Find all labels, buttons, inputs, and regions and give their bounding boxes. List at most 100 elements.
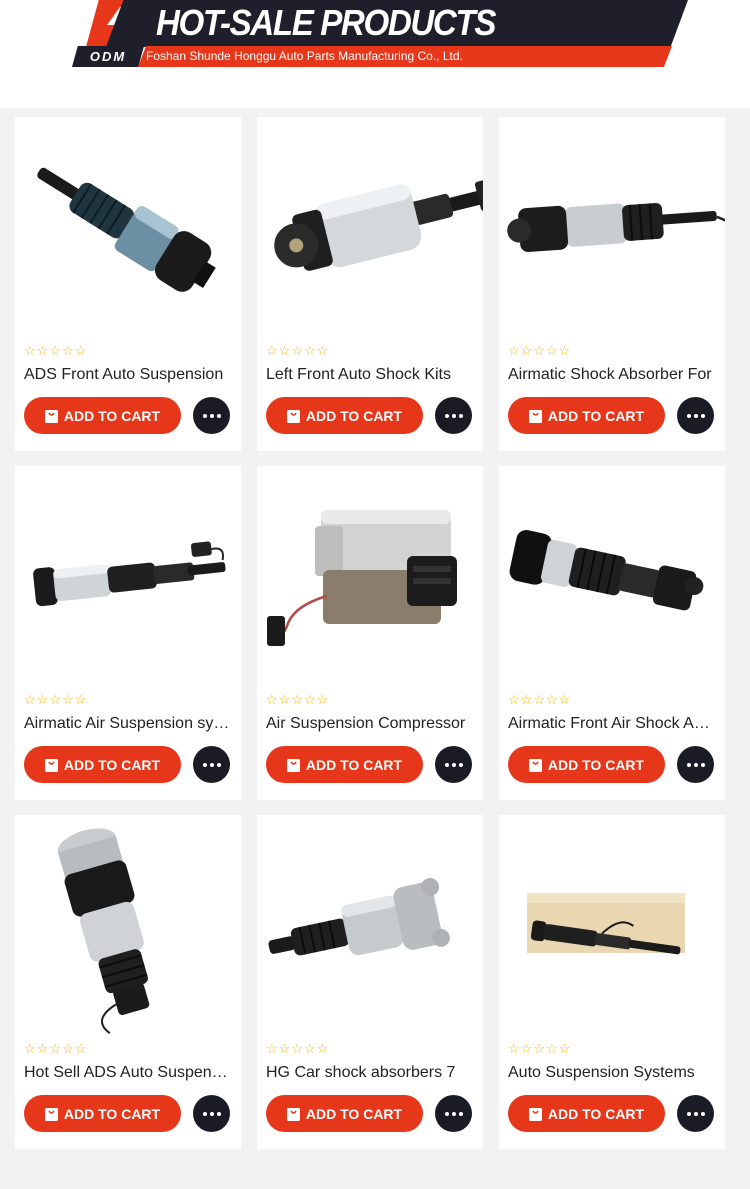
product-title[interactable]: Air Suspension Compressor	[266, 714, 472, 734]
product-title[interactable]: Hot Sell ADS Auto Suspension	[24, 1063, 230, 1083]
rating-stars: ☆ ☆ ☆ ☆ ☆	[24, 344, 86, 358]
dot	[700, 413, 705, 418]
star-icon: ☆	[520, 1041, 533, 1056]
shopping-bag-icon	[286, 759, 300, 772]
star-icon: ☆	[24, 343, 36, 358]
star-icon: ☆	[533, 1041, 545, 1056]
product-card-3[interactable]: ☆ ☆ ☆ ☆ ☆ Airmatic Shock Absorber For AD…	[499, 117, 750, 451]
dot	[202, 413, 207, 418]
more-options-button[interactable]	[193, 1095, 230, 1132]
dot	[216, 762, 221, 767]
star-icon: ☆	[36, 692, 49, 707]
add-to-cart-button[interactable]: ADD TO CART	[508, 746, 665, 783]
more-options-button[interactable]	[435, 397, 472, 434]
add-to-cart-label: ADD TO CART	[305, 756, 403, 773]
dot	[458, 1111, 463, 1116]
product-card-6[interactable]: ☆ ☆ ☆ ☆ ☆ Airmatic Front Air Shock Absor…	[499, 466, 725, 800]
product-card-7[interactable]: ☆ ☆ ☆ ☆ ☆ Hot Sell ADS Auto Suspension A…	[15, 815, 241, 1149]
star-icon: ☆	[303, 1041, 316, 1056]
product-title[interactable]: Airmatic Shock Absorber For	[508, 365, 714, 385]
star-icon: ☆	[508, 343, 520, 358]
star-icon: ☆	[520, 343, 533, 358]
dot	[458, 762, 463, 767]
rating-stars: ☆ ☆ ☆ ☆ ☆	[266, 344, 328, 358]
product-card-4[interactable]: ☆ ☆ ☆ ☆ ☆ Airmatic Air Suspension system…	[15, 466, 241, 800]
add-to-cart-button[interactable]: ADD TO CART	[24, 397, 181, 434]
dot	[216, 1111, 221, 1116]
product-image-shock-with-bellows[interactable]	[257, 815, 483, 1037]
star-icon: ☆	[49, 692, 61, 707]
more-options-button[interactable]	[677, 397, 714, 434]
star-icon: ☆	[291, 692, 303, 707]
product-image-long-air-strut[interactable]	[15, 466, 241, 688]
product-title[interactable]: HG Car shock absorbers 7	[266, 1063, 472, 1083]
more-options-button[interactable]	[435, 746, 472, 783]
star-icon: ☆	[74, 343, 87, 358]
dot	[451, 762, 456, 767]
product-image-vertical-air-strut[interactable]	[15, 815, 241, 1037]
product-title[interactable]: ADS Front Auto Suspension	[24, 365, 230, 385]
add-to-cart-button[interactable]: ADD TO CART	[266, 397, 423, 434]
product-image-airmatic-strut[interactable]	[499, 117, 750, 339]
dot	[202, 1111, 207, 1116]
product-title[interactable]: Auto Suspension Systems	[508, 1063, 714, 1083]
dot	[458, 413, 463, 418]
product-title[interactable]: Airmatic Front Air Shock Absorber	[508, 714, 714, 734]
dot	[444, 413, 449, 418]
dot	[202, 762, 207, 767]
page-title: HOT-SALE PRODUCTS	[156, 2, 496, 43]
product-card-9[interactable]: ☆ ☆ ☆ ☆ ☆ Auto Suspension Systems ADD TO…	[499, 815, 725, 1149]
product-title[interactable]: Left Front Auto Shock Kits	[266, 365, 472, 385]
rating-stars: ☆ ☆ ☆ ☆ ☆	[266, 693, 328, 707]
product-image-air-strut-diagonal[interactable]	[15, 117, 241, 339]
star-icon: ☆	[316, 692, 329, 707]
dot	[451, 413, 456, 418]
product-card-1[interactable]: ☆ ☆ ☆ ☆ ☆ ADS Front Auto Suspension ADD …	[15, 117, 241, 451]
shopping-bag-icon	[286, 1108, 300, 1121]
dot	[693, 413, 698, 418]
dot	[209, 762, 214, 767]
more-options-button[interactable]	[193, 397, 230, 434]
product-title[interactable]: Airmatic Air Suspension system	[24, 714, 230, 734]
star-icon: ☆	[291, 1041, 303, 1056]
product-image-air-spring-horizontal[interactable]	[257, 117, 495, 339]
dot	[700, 1111, 705, 1116]
add-to-cart-label: ADD TO CART	[305, 407, 403, 424]
star-icon: ☆	[278, 343, 291, 358]
star-icon: ☆	[266, 1041, 278, 1056]
product-card-8[interactable]: ☆ ☆ ☆ ☆ ☆ HG Car shock absorbers 7 ADD T…	[257, 815, 483, 1149]
dot	[686, 1111, 691, 1116]
more-options-button[interactable]	[435, 1095, 472, 1132]
star-icon: ☆	[545, 1041, 558, 1056]
product-image-front-air-shock[interactable]	[499, 466, 725, 688]
shopping-bag-icon	[528, 1108, 542, 1121]
add-to-cart-button[interactable]: ADD TO CART	[24, 1095, 181, 1132]
shopping-bag-icon	[528, 410, 542, 423]
add-to-cart-button[interactable]: ADD TO CART	[508, 397, 665, 434]
rating-stars: ☆ ☆ ☆ ☆ ☆	[508, 344, 570, 358]
add-to-cart-button[interactable]: ADD TO CART	[24, 746, 181, 783]
product-image-boxed-shock[interactable]	[499, 815, 725, 1037]
shopping-bag-icon	[44, 1108, 58, 1121]
star-icon: ☆	[278, 1041, 291, 1056]
add-to-cart-label: ADD TO CART	[547, 1105, 645, 1122]
star-icon: ☆	[49, 1041, 61, 1056]
more-options-button[interactable]	[677, 1095, 714, 1132]
product-image-compressor[interactable]	[257, 466, 483, 688]
odm-badge: ODM	[72, 46, 144, 67]
star-icon: ☆	[61, 1041, 74, 1056]
product-card-2[interactable]: ☆ ☆ ☆ ☆ ☆ Left Front Auto Shock Kits ADD…	[257, 117, 495, 451]
star-icon: ☆	[266, 343, 278, 358]
add-to-cart-button[interactable]: ADD TO CART	[266, 1095, 423, 1132]
add-to-cart-button[interactable]: ADD TO CART	[508, 1095, 665, 1132]
dot	[444, 762, 449, 767]
shopping-bag-icon	[286, 410, 300, 423]
product-card-5[interactable]: ☆ ☆ ☆ ☆ ☆ Air Suspension Compressor ADD …	[257, 466, 483, 800]
more-options-button[interactable]	[193, 746, 230, 783]
rating-stars: ☆ ☆ ☆ ☆ ☆	[266, 1042, 328, 1056]
more-options-button[interactable]	[677, 746, 714, 783]
rating-stars: ☆ ☆ ☆ ☆ ☆	[508, 693, 570, 707]
add-to-cart-label: ADD TO CART	[547, 756, 645, 773]
star-icon: ☆	[303, 343, 316, 358]
add-to-cart-button[interactable]: ADD TO CART	[266, 746, 423, 783]
